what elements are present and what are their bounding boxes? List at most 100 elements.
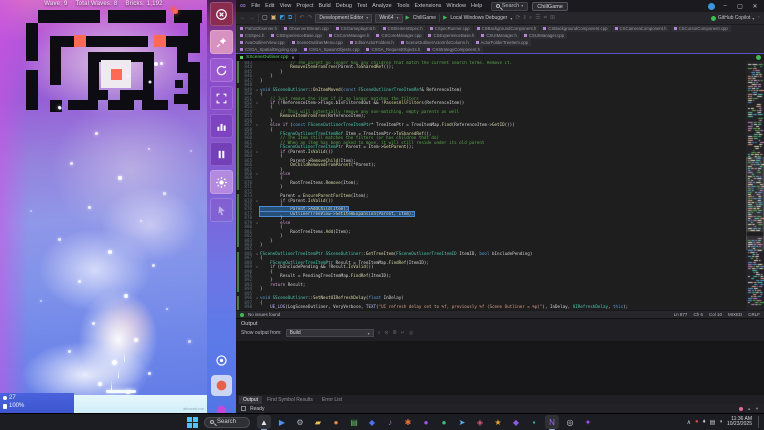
menu-view[interactable]: View [277,3,294,9]
menu-analyze[interactable]: Analyze [370,3,395,9]
document-tab[interactable]: ObserverStream.cpp [281,25,332,32]
document-tab[interactable]: CSExperienceBase.cpp [268,32,324,39]
app-icon[interactable]: ★ [491,415,505,429]
account-avatar[interactable] [708,3,715,10]
expand-button[interactable] [210,86,233,110]
document-tab[interactable]: CSGameplayInit.h [333,25,379,32]
tray-chevron-icon[interactable]: ∧ [687,419,691,426]
document-tab[interactable]: CSCursorComponent.cpp [671,25,731,32]
document-tab[interactable]: CSElementSpec.h [380,25,426,32]
output-wrap-icon[interactable]: ≣ [393,330,397,336]
app-icon[interactable]: ▤ [347,415,361,429]
output-content[interactable] [236,341,764,395]
app-icon[interactable]: ◎ [563,415,577,429]
document-tab[interactable]: CSUIManager.h [478,32,520,39]
code-editor[interactable]: 843 // The parent no longer has any chil… [236,61,764,310]
panel-tab-output[interactable]: Output [239,396,262,404]
output-clear-icon[interactable]: ⊘ [384,330,388,336]
run-icon[interactable]: ▶ [406,15,410,21]
start-button[interactable] [186,416,199,429]
debug-start-icon[interactable]: ▶ [443,15,447,21]
document-tab[interactable]: CSBackgroundComponent.cpp [540,25,610,32]
open-folder-icon[interactable]: ▣ [271,14,277,23]
document-health-icon[interactable] [240,313,244,317]
tray-network-icon[interactable]: ▤ [710,419,716,426]
panel-tab-error-list[interactable]: Error List [318,396,346,404]
minimize-button[interactable]: – [720,3,730,9]
navigate-forward-icon[interactable]: → [249,14,255,23]
chart-button[interactable] [210,114,233,138]
document-tab[interactable]: CSExperienceBase.h [425,32,477,39]
pin-button[interactable] [210,30,233,54]
panel-tab-find-symbol-results[interactable]: Find Symbol Results [263,396,317,404]
app-icon[interactable]: ➤ [455,415,469,429]
char-indicator[interactable]: Ch 6 [693,312,703,317]
menu-edit[interactable]: Edit [263,3,277,9]
document-tab[interactable]: CSUIManager.cpp [521,32,567,39]
app-icon[interactable]: ● [419,415,433,429]
feedback-icon[interactable]: ◔ [756,14,760,23]
menu-debug[interactable]: Debug [333,3,354,9]
app-icon[interactable]: ▪ [527,415,541,429]
menu-window[interactable]: Window [444,3,469,9]
document-tab[interactable]: PathsObserver.h [237,25,280,32]
close-button[interactable]: ✕ [750,3,760,10]
brightness-button[interactable] [210,170,233,194]
step-over-icon[interactable]: ⟳ [515,14,520,23]
document-tab[interactable]: ActorFolderTreeItem.cpp [473,39,531,46]
document-tab[interactable]: SceneOutlinerMenu.cpp [289,39,346,46]
taskbar-search[interactable]: Search [204,417,250,428]
comment-icon[interactable]: ☰ [535,14,540,23]
document-tab[interactable]: CSBackgroundComponent.h [474,25,540,32]
extension-icon[interactable]: ⊞ [550,14,555,23]
solution-badge[interactable]: ChillGame [532,2,568,11]
output-scroll-lock-icon[interactable]: ↵ [401,330,405,336]
output-find-icon[interactable]: ⌕ [378,330,381,336]
app-icon[interactable]: N [545,415,559,429]
active-document-tab[interactable]: SSceneOutliner.cpp ✕ [236,54,299,61]
menu-tools[interactable]: Tools [394,3,412,9]
menu-test[interactable]: Test [354,3,369,9]
minimap-scrollbar[interactable] [746,61,764,310]
document-tab[interactable]: SceneOutlinerActorInfoColumn.h [398,39,472,46]
app-icon[interactable]: ◆ [509,415,523,429]
app-icon[interactable]: ◈ [473,415,487,429]
scroll-down-icon[interactable]: ▼ [755,406,759,411]
tray-record-icon[interactable]: ● [695,419,699,425]
menu-file[interactable]: File [249,3,263,9]
output-source-dropdown[interactable]: Build▾ [286,329,374,337]
bookmark-icon[interactable]: ⌗ [544,14,547,23]
close-button[interactable] [210,2,233,26]
document-tab[interactable]: CSCoreManager.h [326,32,373,39]
break-all-icon[interactable]: ‖ [523,14,525,23]
app-icon[interactable]: ♪ [383,415,397,429]
pause-button[interactable] [210,142,233,166]
close-tab-icon[interactable]: ✕ [291,55,294,60]
document-tab[interactable]: CSGA_RequestObjects.h [363,46,423,53]
menu-help[interactable]: Help [468,3,484,9]
game-window[interactable]: Wave: 9Total Waves: 8Bricks: 1,192 altra… [0,0,207,413]
tray-mic-icon[interactable]: ♦ [703,419,706,425]
app-icon[interactable]: ▲ [257,415,271,429]
scroll-up-icon[interactable]: ▲ [747,406,751,411]
navigate-back-icon[interactable]: ← [240,14,246,23]
app-icon[interactable]: ▰ [311,415,325,429]
record-button[interactable] [211,375,232,396]
copilot-badge-icon[interactable] [756,55,761,60]
lens-button[interactable] [211,350,232,371]
document-tab[interactable]: CSCameraComponent.h [612,25,670,32]
document-tab[interactable]: CSStrategyComponent.h [424,46,483,53]
save-icon[interactable]: ◩ [279,14,285,23]
indent-indicator[interactable]: MIXED [728,312,742,317]
configuration-dropdown[interactable]: Development Editor▾ [315,14,372,23]
document-tab[interactable]: EditorActorFolders.h [347,39,397,46]
output-pin-icon[interactable]: ◎ [409,330,413,336]
new-file-icon[interactable]: ▢ [262,14,268,23]
document-tab[interactable]: CSSpec.h [237,32,267,39]
menu-build[interactable]: Build [316,3,333,9]
save-all-icon[interactable]: ⧉ [288,14,292,23]
document-tab[interactable]: CSGA_SpawnObjects.cpp [301,46,362,53]
app-icon[interactable]: ◆ [365,415,379,429]
line-indicator[interactable]: Ln 877 [674,312,688,317]
search-box[interactable]: Search ▾ [491,2,528,11]
